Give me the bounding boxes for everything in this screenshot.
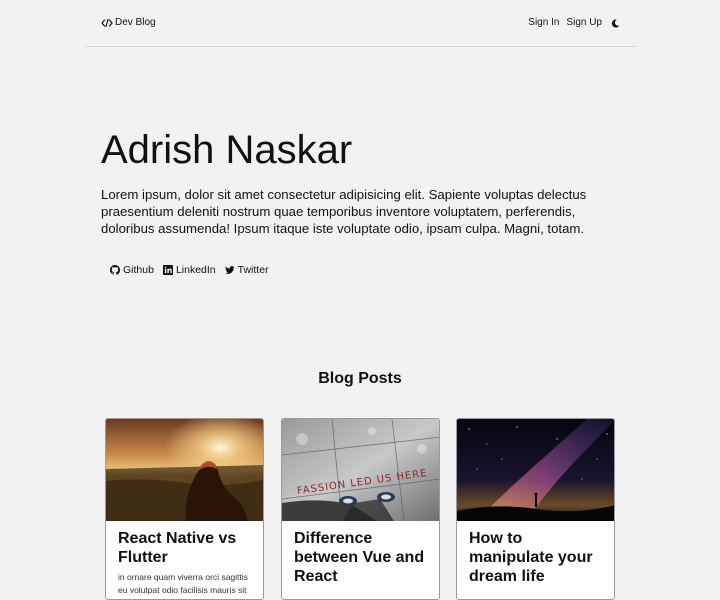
twitter-label: Twitter xyxy=(237,264,269,276)
linkedin-link[interactable]: LinkedIn xyxy=(162,264,216,276)
fashion-led-us-here-photo: FASSION LED US HERE xyxy=(282,419,439,521)
moon-icon[interactable] xyxy=(611,18,620,28)
linkedin-icon xyxy=(162,265,173,275)
social-links: Github LinkedIn Twitter xyxy=(110,262,278,278)
brand-label: Dev Blog xyxy=(115,17,156,28)
card-title[interactable]: Difference between Vue and React xyxy=(294,529,434,586)
card-title[interactable]: React Native vs Flutter xyxy=(118,529,258,567)
sign-in-link[interactable]: Sign In xyxy=(528,16,559,30)
hero-bio: Lorem ipsum, dolor sit amet consectetur … xyxy=(101,187,587,236)
brand-link[interactable]: Dev Blog xyxy=(101,16,156,30)
card-excerpt: in ornare quam viverra orci sagittis eu … xyxy=(118,572,248,595)
twitter-link[interactable]: Twitter xyxy=(224,264,269,276)
hero-name: Adrish Naskar xyxy=(101,128,353,172)
linkedin-label: LinkedIn xyxy=(175,264,216,276)
card-title[interactable]: How to manipulate your dream life xyxy=(469,529,609,586)
sign-up-link[interactable]: Sign Up xyxy=(566,16,602,30)
twitter-icon xyxy=(224,266,235,274)
navbar: Dev Blog Sign In Sign Up xyxy=(85,0,636,47)
github-label: Github xyxy=(123,264,154,276)
blog-card[interactable]: How to manipulate your dream life xyxy=(456,418,615,600)
code-icon xyxy=(101,18,113,28)
blog-card[interactable]: FASSION LED US HERE Difference between V… xyxy=(281,418,440,600)
blog-section-title: Blog Posts xyxy=(318,370,402,387)
github-link[interactable]: Github xyxy=(110,264,154,276)
github-icon xyxy=(110,265,120,275)
sunset-field-photo xyxy=(106,419,263,521)
milky-way-night-sky-photo xyxy=(457,419,614,521)
blog-card[interactable]: React Native vs Flutter in ornare quam v… xyxy=(105,418,264,600)
nav-actions: Sign In Sign Up xyxy=(521,16,620,30)
